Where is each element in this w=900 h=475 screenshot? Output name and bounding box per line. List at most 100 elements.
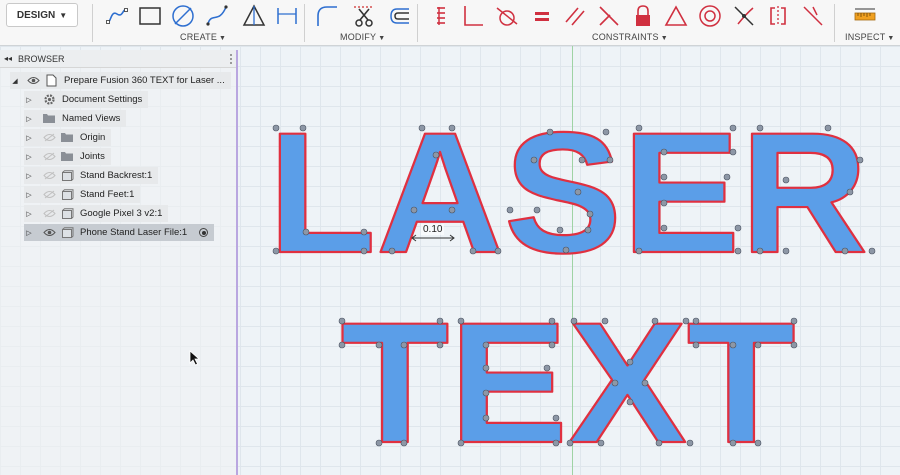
- sketch-point[interactable]: [482, 414, 490, 422]
- sketch-point[interactable]: [506, 206, 514, 214]
- sketch-point[interactable]: [436, 317, 444, 325]
- rectangle-tool[interactable]: [137, 3, 163, 29]
- sketch-point[interactable]: [868, 247, 876, 255]
- fix-constraint[interactable]: [630, 3, 656, 29]
- curvature-constraint[interactable]: [731, 3, 757, 29]
- tangent-constraint[interactable]: [494, 3, 520, 29]
- sketch-point[interactable]: [790, 317, 798, 325]
- sketch-point[interactable]: [824, 124, 832, 132]
- tree-item-origin[interactable]: ▷ Origin: [24, 129, 112, 146]
- sketch-point[interactable]: [790, 341, 798, 349]
- circle-tool[interactable]: [170, 3, 196, 29]
- equal-constraint[interactable]: [529, 3, 555, 29]
- dimension-value[interactable]: 0.10: [421, 224, 445, 235]
- perpendicular-constraint[interactable]: [460, 3, 486, 29]
- sketch-point[interactable]: [375, 341, 383, 349]
- panel-handle-icon[interactable]: [230, 53, 232, 64]
- sketch-point[interactable]: [360, 228, 368, 236]
- sketch-point[interactable]: [338, 341, 346, 349]
- sketch-point[interactable]: [686, 439, 694, 447]
- concentric-constraint[interactable]: [697, 3, 723, 29]
- collapse-panel-icon[interactable]: ◂◂: [4, 54, 12, 63]
- sketch-point[interactable]: [729, 341, 737, 349]
- sketch-point[interactable]: [782, 176, 790, 184]
- sketch-point[interactable]: [556, 226, 564, 234]
- sketch-point[interactable]: [436, 341, 444, 349]
- collapsed-triangle-icon[interactable]: ▷: [24, 134, 34, 142]
- sketch-point[interactable]: [601, 317, 609, 325]
- tree-item-joints[interactable]: ▷ Joints: [24, 148, 111, 165]
- sketch-point[interactable]: [552, 439, 560, 447]
- sketch-point[interactable]: [641, 379, 649, 387]
- sketch-point[interactable]: [432, 151, 440, 159]
- dimension-tool[interactable]: [274, 3, 300, 29]
- eye-hidden-icon[interactable]: [42, 171, 56, 181]
- sketch-point[interactable]: [586, 210, 594, 218]
- sketch-point[interactable]: [457, 439, 465, 447]
- measure-tool[interactable]: [852, 3, 878, 29]
- sketch-point[interactable]: [682, 317, 690, 325]
- sketch-point[interactable]: [562, 246, 570, 254]
- sketch-point[interactable]: [597, 439, 605, 447]
- sketch-point[interactable]: [660, 148, 668, 156]
- sketch-point[interactable]: [548, 317, 556, 325]
- sketch-point[interactable]: [651, 317, 659, 325]
- sketch-point[interactable]: [272, 247, 280, 255]
- symmetry-constraint[interactable]: [765, 3, 791, 29]
- collapsed-triangle-icon[interactable]: ▷: [24, 191, 34, 199]
- sketch-point[interactable]: [574, 188, 582, 196]
- collapsed-triangle-icon[interactable]: ▷: [24, 153, 34, 161]
- sketch-point[interactable]: [626, 398, 634, 406]
- sketch-point[interactable]: [729, 124, 737, 132]
- tree-item-named-views[interactable]: ▷ Named Views: [24, 110, 127, 127]
- fillet-tool[interactable]: [314, 3, 340, 29]
- sketch-point[interactable]: [566, 439, 574, 447]
- sketch-point[interactable]: [482, 341, 490, 349]
- sketch-point[interactable]: [578, 156, 586, 164]
- tree-item-google-pixel[interactable]: ▷ Google Pixel 3 v2:1: [24, 205, 169, 222]
- sketch-point[interactable]: [543, 364, 551, 372]
- sketch-point[interactable]: [552, 414, 560, 422]
- tree-item-phone-stand-laser-file[interactable]: ▷ Phone Stand Laser File:1: [24, 224, 215, 241]
- inspect-menu[interactable]: INSPECT ▼: [845, 32, 895, 42]
- sketch-point[interactable]: [448, 124, 456, 132]
- sketch-point[interactable]: [494, 247, 502, 255]
- expanded-triangle-icon[interactable]: ◢: [10, 77, 20, 85]
- sketch-point[interactable]: [626, 358, 634, 366]
- activate-radio-icon[interactable]: [199, 228, 209, 237]
- sketch-point[interactable]: [655, 439, 663, 447]
- sketch-point[interactable]: [388, 247, 396, 255]
- tree-root[interactable]: ◢ Prepare Fusion 360 TEXT for Laser ...: [10, 72, 231, 89]
- coincident-constraint[interactable]: [428, 3, 454, 29]
- midpoint-constraint[interactable]: [663, 3, 689, 29]
- sketch-point[interactable]: [530, 156, 538, 164]
- sketch-point[interactable]: [660, 199, 668, 207]
- sketch-point[interactable]: [400, 341, 408, 349]
- constraints-menu[interactable]: CONSTRAINTS ▼: [592, 32, 668, 42]
- sketch-point[interactable]: [360, 247, 368, 255]
- eye-icon[interactable]: [26, 76, 40, 86]
- tree-item-stand-backrest[interactable]: ▷ Stand Backrest:1: [24, 167, 159, 184]
- sketch-point[interactable]: [299, 124, 307, 132]
- sketch-point[interactable]: [602, 128, 610, 136]
- sketch-point[interactable]: [723, 173, 731, 181]
- collapsed-triangle-icon[interactable]: ▷: [24, 96, 34, 104]
- sketch-point[interactable]: [482, 389, 490, 397]
- sketch-point[interactable]: [841, 247, 849, 255]
- sketch-point[interactable]: [692, 317, 700, 325]
- sketch-point[interactable]: [546, 128, 554, 136]
- sketch-point[interactable]: [756, 124, 764, 132]
- collapsed-triangle-icon[interactable]: ▷: [24, 210, 34, 218]
- sketch-point[interactable]: [548, 341, 556, 349]
- eye-hidden-icon[interactable]: [42, 209, 56, 219]
- sketch-point[interactable]: [611, 379, 619, 387]
- sketch-point[interactable]: [856, 156, 864, 164]
- sketch-point[interactable]: [533, 206, 541, 214]
- sketch-point[interactable]: [734, 224, 742, 232]
- sketch-point[interactable]: [400, 439, 408, 447]
- sketch-point[interactable]: [660, 173, 668, 181]
- eye-icon[interactable]: [42, 228, 56, 238]
- parallel-constraint[interactable]: [562, 3, 588, 29]
- polygon-tool[interactable]: [241, 3, 267, 29]
- smooth-constraint[interactable]: [800, 3, 826, 29]
